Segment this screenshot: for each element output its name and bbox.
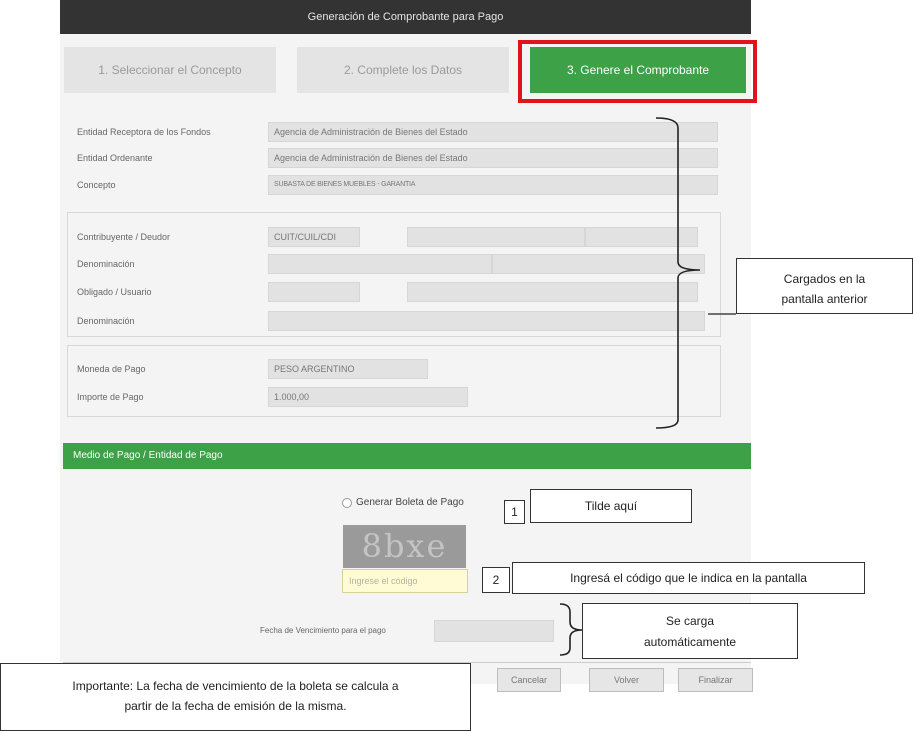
fecha-label: Fecha de Vencimiento para el pago (260, 626, 386, 635)
ingresa-callout: Ingresá el código que le indica en la pa… (512, 562, 865, 594)
importante-line1: Importante: La fecha de vencimiento de l… (72, 679, 399, 693)
generar-boleta-radio[interactable] (342, 498, 352, 508)
importante-callout: Importante: La fecha de vencimiento de l… (0, 663, 471, 731)
finalizar-button[interactable]: Finalizar (678, 668, 753, 692)
medio-pago-header: Medio de Pago / Entidad de Pago (63, 443, 751, 469)
step-number-2: 2 (482, 567, 510, 593)
captcha-image: 8bxe (343, 525, 466, 568)
generar-boleta-label: Generar Boleta de Pago (356, 497, 464, 508)
captcha-text: 8bxe (361, 527, 448, 565)
step-number-1: 1 (504, 500, 525, 524)
se-carga-line2: automáticamente (643, 635, 737, 649)
cancelar-button[interactable]: Cancelar (497, 668, 561, 692)
fecha-field (434, 620, 554, 642)
importante-line2: partir de la fecha de emisión de la mism… (124, 699, 347, 713)
cargados-callout: Cargados en la pantalla anterior (736, 258, 913, 314)
captcha-input[interactable]: Ingrese el código (342, 569, 468, 593)
cargados-line2: pantalla anterior (781, 292, 868, 306)
se-carga-line1: Se carga (665, 614, 715, 628)
cargados-line1: Cargados en la (783, 272, 866, 286)
tilde-callout: Tilde aquí (530, 489, 692, 523)
volver-button[interactable]: Volver (589, 668, 664, 692)
se-carga-callout: Se carga automáticamente (582, 603, 798, 659)
